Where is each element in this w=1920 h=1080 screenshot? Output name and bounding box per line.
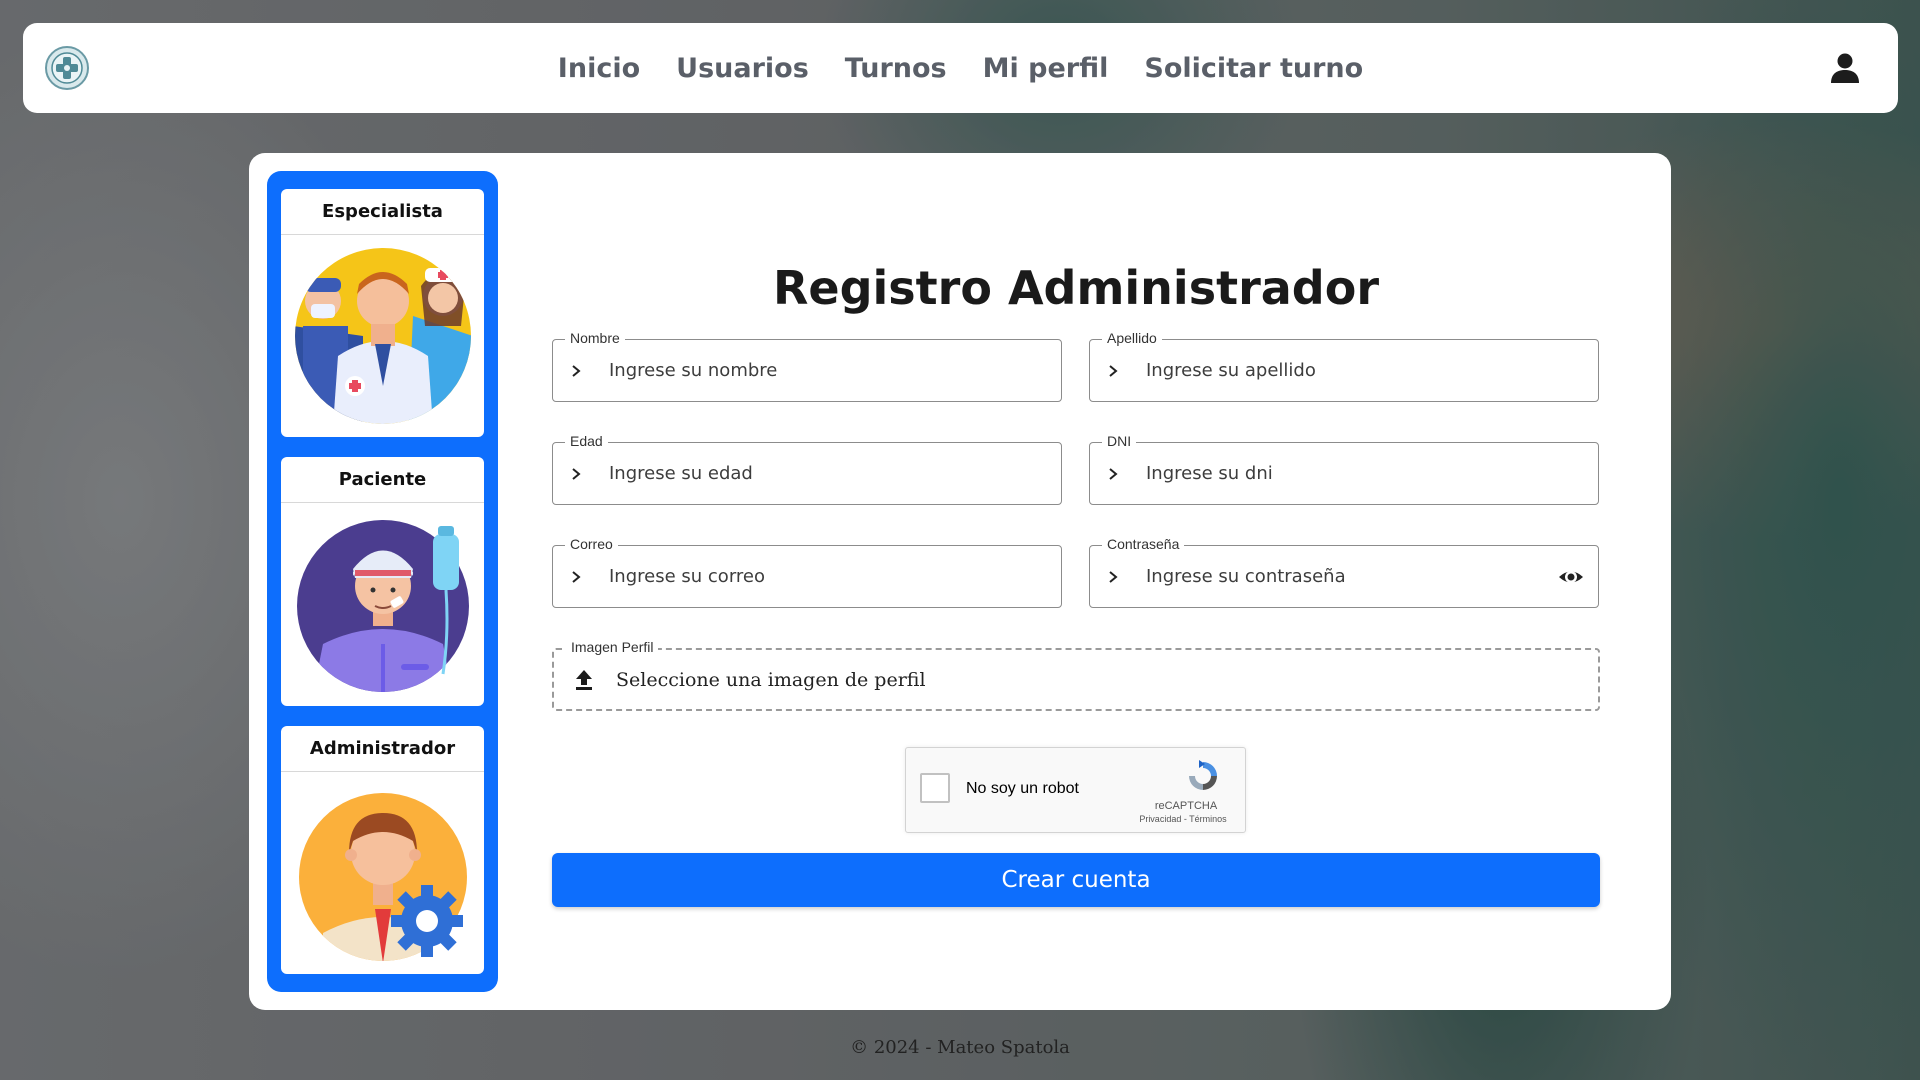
chevron-right-icon: [569, 570, 589, 584]
recaptcha-widget: No soy un robot reCAPTCHA Privacidad - T…: [905, 747, 1246, 833]
role-title: Paciente: [281, 457, 484, 504]
chevron-right-icon: [569, 364, 589, 378]
nombre-label: Nombre: [565, 330, 625, 346]
edad-input[interactable]: [609, 463, 1009, 484]
patient-icon: [296, 520, 469, 693]
chevron-right-icon: [1106, 570, 1126, 584]
nav-links: Inicio Usuarios Turnos Mi perfil Solicit…: [558, 53, 1363, 84]
nombre-field: Nombre: [552, 330, 1062, 402]
role-card-administrador[interactable]: Administrador: [281, 725, 484, 974]
profile-image-label: Imagen Perfil: [566, 639, 659, 655]
clinic-logo-icon: [51, 52, 83, 84]
edad-field: Edad: [552, 433, 1062, 505]
role-sidebar: Especialista Paciente Administrador: [267, 171, 498, 992]
eye-icon[interactable]: [1558, 565, 1584, 589]
apellido-input[interactable]: [1146, 360, 1546, 381]
nav-link-usuarios[interactable]: Usuarios: [676, 53, 809, 84]
role-title: Administrador: [281, 726, 484, 772]
recaptcha-label: No soy un robot: [966, 780, 1079, 797]
edad-label: Edad: [565, 433, 608, 449]
register-card: Especialista Paciente Administrador Regi…: [249, 153, 1671, 1010]
nav-link-solicitar-turno[interactable]: Solicitar turno: [1144, 53, 1363, 84]
recaptcha-logo-icon: [1189, 760, 1217, 790]
recaptcha-brand: reCAPTCHA: [1154, 800, 1218, 812]
apellido-field: Apellido: [1089, 330, 1599, 402]
profile-image-upload[interactable]: Imagen Perfil Seleccione una imagen de p…: [552, 639, 1600, 711]
correo-label: Correo: [565, 536, 618, 552]
correo-input[interactable]: [609, 566, 1009, 587]
admin-icon: [298, 792, 467, 961]
password-field: Contraseña: [1089, 536, 1599, 608]
nombre-input[interactable]: [609, 360, 1009, 381]
password-label: Contraseña: [1102, 536, 1185, 552]
profile-image-text: Seleccione una imagen de perfil: [616, 668, 926, 691]
chevron-right-icon: [1106, 467, 1126, 481]
correo-field: Correo: [552, 536, 1062, 608]
role-card-paciente[interactable]: Paciente: [281, 457, 484, 706]
navbar: Inicio Usuarios Turnos Mi perfil Solicit…: [23, 23, 1898, 113]
form-title: Registro Administrador: [772, 261, 1380, 315]
footer-copyright: © 2024 - Mateo Spatola: [850, 1037, 1070, 1058]
recaptcha-links[interactable]: Privacidad - Términos: [1133, 814, 1233, 824]
upload-icon: [576, 669, 592, 690]
chevron-right-icon: [569, 467, 589, 481]
nav-link-inicio[interactable]: Inicio: [558, 53, 640, 84]
dni-label: DNI: [1102, 433, 1137, 449]
nav-link-turnos[interactable]: Turnos: [845, 53, 947, 84]
register-form: Registro Administrador Nombre Apellido E…: [552, 153, 1600, 1010]
apellido-label: Apellido: [1102, 330, 1162, 346]
recaptcha-checkbox[interactable]: [920, 773, 950, 803]
password-input[interactable]: [1146, 566, 1546, 587]
role-title: Especialista: [281, 189, 484, 235]
clinic-logo[interactable]: [45, 46, 89, 90]
nav-link-mi-perfil[interactable]: Mi perfil: [983, 53, 1109, 84]
create-account-button[interactable]: Crear cuenta: [552, 853, 1600, 907]
role-card-especialista[interactable]: Especialista: [281, 189, 484, 438]
doctors-group-icon: [294, 248, 471, 425]
user-icon[interactable]: [1828, 51, 1862, 85]
dni-field: DNI: [1089, 433, 1599, 505]
chevron-right-icon: [1106, 364, 1126, 378]
dni-input[interactable]: [1146, 463, 1546, 484]
